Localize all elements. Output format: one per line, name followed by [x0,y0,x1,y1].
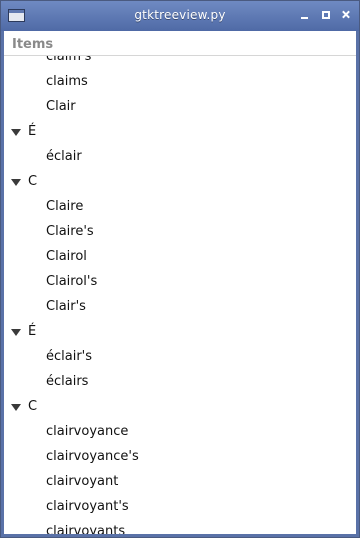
tree-row[interactable]: Clairol's [4,270,356,295]
tree-row-label: C [28,399,38,414]
column-header-items[interactable]: Items [4,31,356,56]
close-icon[interactable] [341,10,351,20]
column-header-label: Items [12,37,54,52]
tree-row-label: claim's [46,56,92,64]
tree-row[interactable]: clairvoyance's [4,445,356,470]
tree-parent-row[interactable]: C [4,170,356,195]
tree-row-label: éclair [46,149,82,164]
tree-row-label: clairvoyance's [46,449,139,464]
tree-row-label: clairvoyant's [46,499,129,514]
tree-row[interactable]: clairvoyant [4,470,356,495]
tree-row-label: É [28,324,37,339]
tree-row-label: Clairol [46,249,87,264]
maximize-icon[interactable] [321,10,331,20]
tree-parent-row[interactable]: É [4,120,356,145]
expander-arrow-icon[interactable] [11,329,21,336]
tree-row-label: clairvoyant [46,474,119,489]
tree-row[interactable]: Claire [4,195,356,220]
tree-row-label: Clairol's [46,274,98,289]
expander-arrow-icon[interactable] [11,404,21,411]
tree-row[interactable]: éclair [4,145,356,170]
tree-rows[interactable]: claim's claims Clair Ééclair C Claire Claire's… [4,56,356,534]
tree-row[interactable]: Claire's [4,220,356,245]
expander-arrow-icon[interactable] [11,129,21,136]
tree-row[interactable]: clairvoyants [4,520,356,534]
tree-row-label: C [28,174,38,189]
tree-row-label: Clair's [46,299,86,314]
tree-row-label: clairvoyants [46,524,126,534]
tree-row-label: éclairs [46,374,89,389]
tree-row-label: Clair [46,99,76,114]
app-window: gtktreeview.py Items claim's claims Clair É… [0,0,360,538]
expander-arrow-icon[interactable] [11,179,21,186]
tree-row-label: claims [46,74,88,89]
tree-view[interactable]: Items claim's claims Clair Ééclair C Claire Cl… [4,31,356,534]
tree-row[interactable]: clairvoyant's [4,495,356,520]
title-bar[interactable]: gtktreeview.py [1,1,359,31]
tree-row-label: clairvoyance [46,424,129,439]
tree-parent-row[interactable]: É [4,320,356,345]
tree-row[interactable]: Clair's [4,295,356,320]
tree-row[interactable]: éclair's [4,345,356,370]
tree-row[interactable]: clairvoyance [4,420,356,445]
tree-row-label: Claire [46,199,84,214]
tree-row[interactable]: Clair [4,95,356,120]
tree-parent-row[interactable]: C [4,395,356,420]
tree-row-label: É [28,124,37,139]
tree-row[interactable]: claim's [4,56,356,70]
tree-row[interactable]: Clairol [4,245,356,270]
tree-row-label: éclair's [46,349,93,364]
tree-row[interactable]: éclairs [4,370,356,395]
tree-row-label: Claire's [46,224,94,239]
tree-row[interactable]: claims [4,70,356,95]
minimize-icon[interactable] [300,10,310,20]
